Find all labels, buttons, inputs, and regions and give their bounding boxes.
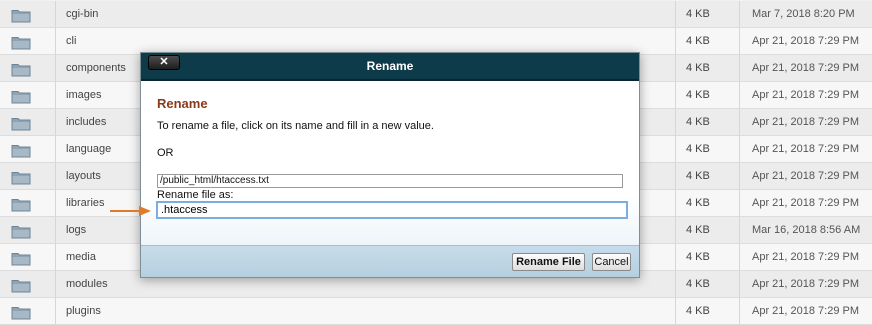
folder-icon xyxy=(11,253,31,266)
file-size: 4 KB xyxy=(676,136,740,162)
file-row[interactable]: plugins 4 KB Apr 21, 2018 7:29 PM xyxy=(0,298,872,325)
file-size: 4 KB xyxy=(676,298,740,324)
folder-icon xyxy=(11,226,31,239)
folder-icon xyxy=(11,307,31,320)
file-icon-cell xyxy=(0,28,56,54)
folder-icon xyxy=(11,280,31,293)
file-modified-date: Apr 21, 2018 7:29 PM xyxy=(752,170,860,182)
file-name[interactable]: cgi-bin xyxy=(56,1,676,27)
file-size: 4 KB xyxy=(676,163,740,189)
cancel-button[interactable]: Cancel xyxy=(592,253,631,271)
file-modified-date: Apr 21, 2018 7:29 PM xyxy=(752,197,860,209)
file-modified-date: Mar 7, 2018 8:20 PM xyxy=(752,8,855,20)
or-text: OR xyxy=(157,147,174,159)
file-icon-cell xyxy=(0,298,56,324)
dialog-title: Rename xyxy=(366,59,414,73)
file-icon-cell xyxy=(0,109,56,135)
folder-icon xyxy=(11,199,31,212)
file-row[interactable]: cgi-bin 4 KB Mar 7, 2018 8:20 PM xyxy=(0,1,872,28)
file-size: 4 KB xyxy=(676,244,740,270)
folder-icon xyxy=(11,118,31,131)
file-size: 4 KB xyxy=(676,55,740,81)
file-icon-cell xyxy=(0,190,56,216)
file-icon-cell xyxy=(0,1,56,27)
file-modified-date: Apr 21, 2018 7:29 PM xyxy=(752,89,860,101)
rename-file-label: Rename file as: xyxy=(157,189,234,201)
folder-icon xyxy=(11,10,31,23)
file-modified-date: Apr 21, 2018 7:29 PM xyxy=(752,62,860,74)
file-row[interactable]: cli 4 KB Apr 21, 2018 7:29 PM xyxy=(0,28,872,55)
rename-dialog: ✕ Rename Rename To rename a file, click … xyxy=(140,52,640,278)
folder-icon xyxy=(11,145,31,158)
arrow-right-icon xyxy=(110,206,151,216)
file-size: 4 KB xyxy=(676,82,740,108)
folder-icon xyxy=(11,91,31,104)
file-size: 4 KB xyxy=(676,28,740,54)
file-size: 4 KB xyxy=(676,109,740,135)
folder-icon xyxy=(11,37,31,50)
dialog-heading: Rename xyxy=(157,96,208,111)
file-modified-date: Mar 16, 2018 8:56 AM xyxy=(752,224,861,236)
new-name-input[interactable] xyxy=(156,201,628,219)
file-modified-date: Apr 21, 2018 7:29 PM xyxy=(752,143,860,155)
file-icon-cell xyxy=(0,217,56,243)
file-modified-date: Apr 21, 2018 7:29 PM xyxy=(752,35,860,47)
file-modified-date: Apr 21, 2018 7:29 PM xyxy=(752,251,860,263)
file-modified-date: Apr 21, 2018 7:29 PM xyxy=(752,305,860,317)
file-icon-cell xyxy=(0,244,56,270)
rename-file-button[interactable]: Rename File xyxy=(512,253,585,271)
file-size: 4 KB xyxy=(676,271,740,297)
current-path-field: /public_html/htaccess.txt xyxy=(157,174,623,188)
file-size: 4 KB xyxy=(676,1,740,27)
file-icon-cell xyxy=(0,271,56,297)
file-icon-cell xyxy=(0,136,56,162)
file-modified-date: Apr 21, 2018 7:29 PM xyxy=(752,278,860,290)
dialog-body: Rename To rename a file, click on its na… xyxy=(141,81,639,245)
folder-icon xyxy=(11,64,31,77)
file-icon-cell xyxy=(0,163,56,189)
file-name[interactable]: plugins xyxy=(56,298,676,324)
file-name[interactable]: cli xyxy=(56,28,676,54)
folder-icon xyxy=(11,172,31,185)
file-icon-cell xyxy=(0,55,56,81)
file-modified-date: Apr 21, 2018 7:29 PM xyxy=(752,116,860,128)
file-icon-cell xyxy=(0,82,56,108)
dialog-titlebar: ✕ Rename xyxy=(141,53,639,81)
file-size: 4 KB xyxy=(676,190,740,216)
instruction-text: To rename a file, click on its name and … xyxy=(157,120,434,132)
file-size: 4 KB xyxy=(676,217,740,243)
dialog-footer: Rename File Cancel xyxy=(141,245,639,277)
